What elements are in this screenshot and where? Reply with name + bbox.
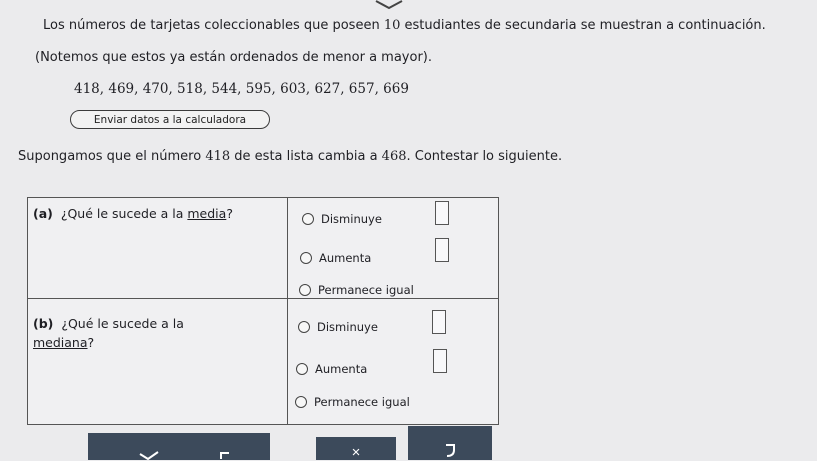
- option-a-aumenta[interactable]: Aumenta: [300, 251, 371, 265]
- old-value: 418: [205, 149, 231, 164]
- question-b: (b) ¿Qué le sucede a la mediana?: [33, 316, 184, 350]
- radio-button[interactable]: [298, 321, 310, 333]
- row-divider: [28, 298, 498, 299]
- prompt-text: Supongamos que el número 418 de esta lis…: [18, 149, 563, 164]
- undo-icon[interactable]: [218, 449, 232, 460]
- check-button[interactable]: [88, 433, 270, 460]
- answer-box-a-1[interactable]: [435, 201, 449, 225]
- radio-button[interactable]: [302, 213, 314, 225]
- data-values: 418, 469, 470, 518, 544, 595, 603, 627, …: [74, 81, 409, 97]
- send-to-calculator-button[interactable]: Enviar datos a la calculadora: [70, 110, 270, 129]
- check-icon: [139, 451, 159, 460]
- option-b-permanece-igual[interactable]: Permanece igual: [295, 395, 410, 409]
- option-a-permanece-igual[interactable]: Permanece igual: [299, 283, 414, 297]
- radio-button[interactable]: [299, 284, 311, 296]
- answer-box-b-1[interactable]: [432, 310, 446, 334]
- radio-button[interactable]: [296, 363, 308, 375]
- radio-button[interactable]: [300, 252, 312, 264]
- chevron-down-icon[interactable]: [372, 0, 406, 12]
- answer-box-a-2[interactable]: [435, 238, 449, 262]
- mediana-link[interactable]: mediana: [33, 335, 88, 350]
- redo-button[interactable]: [408, 426, 492, 460]
- student-count: 10: [383, 18, 401, 33]
- option-a-disminuye[interactable]: Disminuye: [302, 212, 382, 226]
- media-link[interactable]: media: [187, 206, 226, 221]
- column-divider: [287, 198, 288, 424]
- x-icon: ×: [351, 444, 361, 461]
- answer-box-b-2[interactable]: [433, 349, 447, 373]
- intro-line-2: (Notemos que estos ya están ordenados de…: [35, 50, 432, 65]
- answer-table: (a) ¿Qué le sucede a la media? (b) ¿Qué …: [27, 197, 499, 425]
- redo-icon: [446, 444, 455, 457]
- option-b-disminuye[interactable]: Disminuye: [298, 320, 378, 334]
- option-b-aumenta[interactable]: Aumenta: [296, 362, 367, 376]
- intro-line-1: Los números de tarjetas coleccionables q…: [43, 18, 766, 33]
- clear-button[interactable]: ×: [316, 437, 396, 460]
- question-a: (a) ¿Qué le sucede a la media?: [33, 206, 233, 221]
- radio-button[interactable]: [295, 396, 307, 408]
- new-value: 468: [381, 149, 407, 164]
